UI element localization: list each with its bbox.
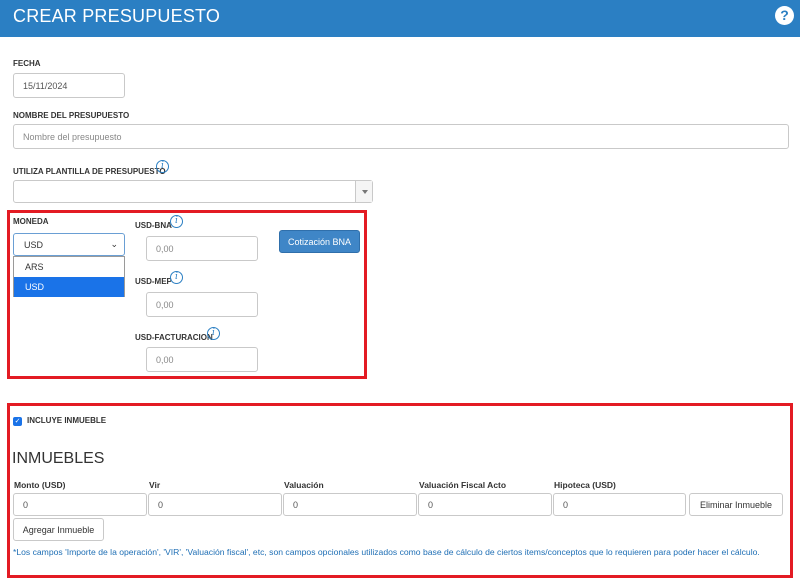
plantilla-info-icon[interactable]: i [156,160,169,173]
usd-facturacion-input[interactable]: 0,00 [146,347,258,372]
valuacion-input[interactable]: 0 [283,493,417,516]
moneda-select[interactable]: USD ⌄ [13,233,125,256]
valuacion-label: Valuación [284,480,324,490]
monto-usd-input[interactable]: 0 [13,493,147,516]
moneda-option-ars[interactable]: ARS [14,257,124,277]
incluye-inmueble-checkbox[interactable]: ✓ [13,417,22,426]
inmuebles-note: *Los campos 'Importe de la operación', '… [13,547,760,557]
fecha-label: FECHA [13,59,41,68]
page-header: CREAR PRESUPUESTO ? [0,0,800,37]
nombre-label: NOMBRE DEL PRESUPUESTO [13,111,130,120]
usd-facturacion-info-icon[interactable]: i [207,327,220,340]
vir-label: Vir [149,480,161,490]
monto-usd-label: Monto (USD) [14,480,66,490]
usd-mep-info-icon[interactable]: i [170,271,183,284]
usd-bna-label: USD-BNA [135,221,172,230]
usd-mep-input[interactable]: 0,00 [146,292,258,317]
moneda-label: MONEDA [13,217,49,226]
chevron-down-icon: ⌄ [110,239,118,249]
incluye-inmueble-label: INCLUYE INMUEBLE [27,416,107,425]
hipoteca-usd-input[interactable]: 0 [553,493,686,516]
usd-facturacion-label: USD-FACTURACION [135,333,213,342]
usd-mep-label: USD-MEP [135,277,172,286]
valuacion-fiscal-acto-input[interactable]: 0 [418,493,552,516]
fecha-input[interactable]: 15/11/2024 [13,73,125,98]
plantilla-select[interactable] [13,180,373,203]
plantilla-select-arrow[interactable] [355,181,372,202]
plantilla-label: UTILIZA PLANTILLA DE PRESUPUESTO [13,167,166,176]
help-icon[interactable]: ? [775,6,794,25]
usd-bna-input[interactable]: 0,00 [146,236,258,261]
vir-input[interactable]: 0 [148,493,282,516]
nombre-input[interactable]: Nombre del presupuesto [13,124,789,149]
agregar-inmueble-button[interactable]: Agregar Inmueble [13,518,104,541]
hipoteca-usd-label: Hipoteca (USD) [554,480,616,490]
usd-bna-info-icon[interactable]: i [170,215,183,228]
inmuebles-title: INMUEBLES [12,450,105,467]
moneda-select-value: USD [24,239,44,250]
moneda-option-usd[interactable]: USD [14,277,124,297]
moneda-dropdown: ARS USD [13,256,125,297]
chevron-down-icon [362,190,368,194]
page-title: CREAR PRESUPUESTO [13,6,221,26]
cotizacion-bna-button[interactable]: Cotización BNA [279,230,360,253]
valuacion-fiscal-acto-label: Valuación Fiscal Acto [419,480,507,490]
eliminar-inmueble-button[interactable]: Eliminar Inmueble [689,493,783,516]
